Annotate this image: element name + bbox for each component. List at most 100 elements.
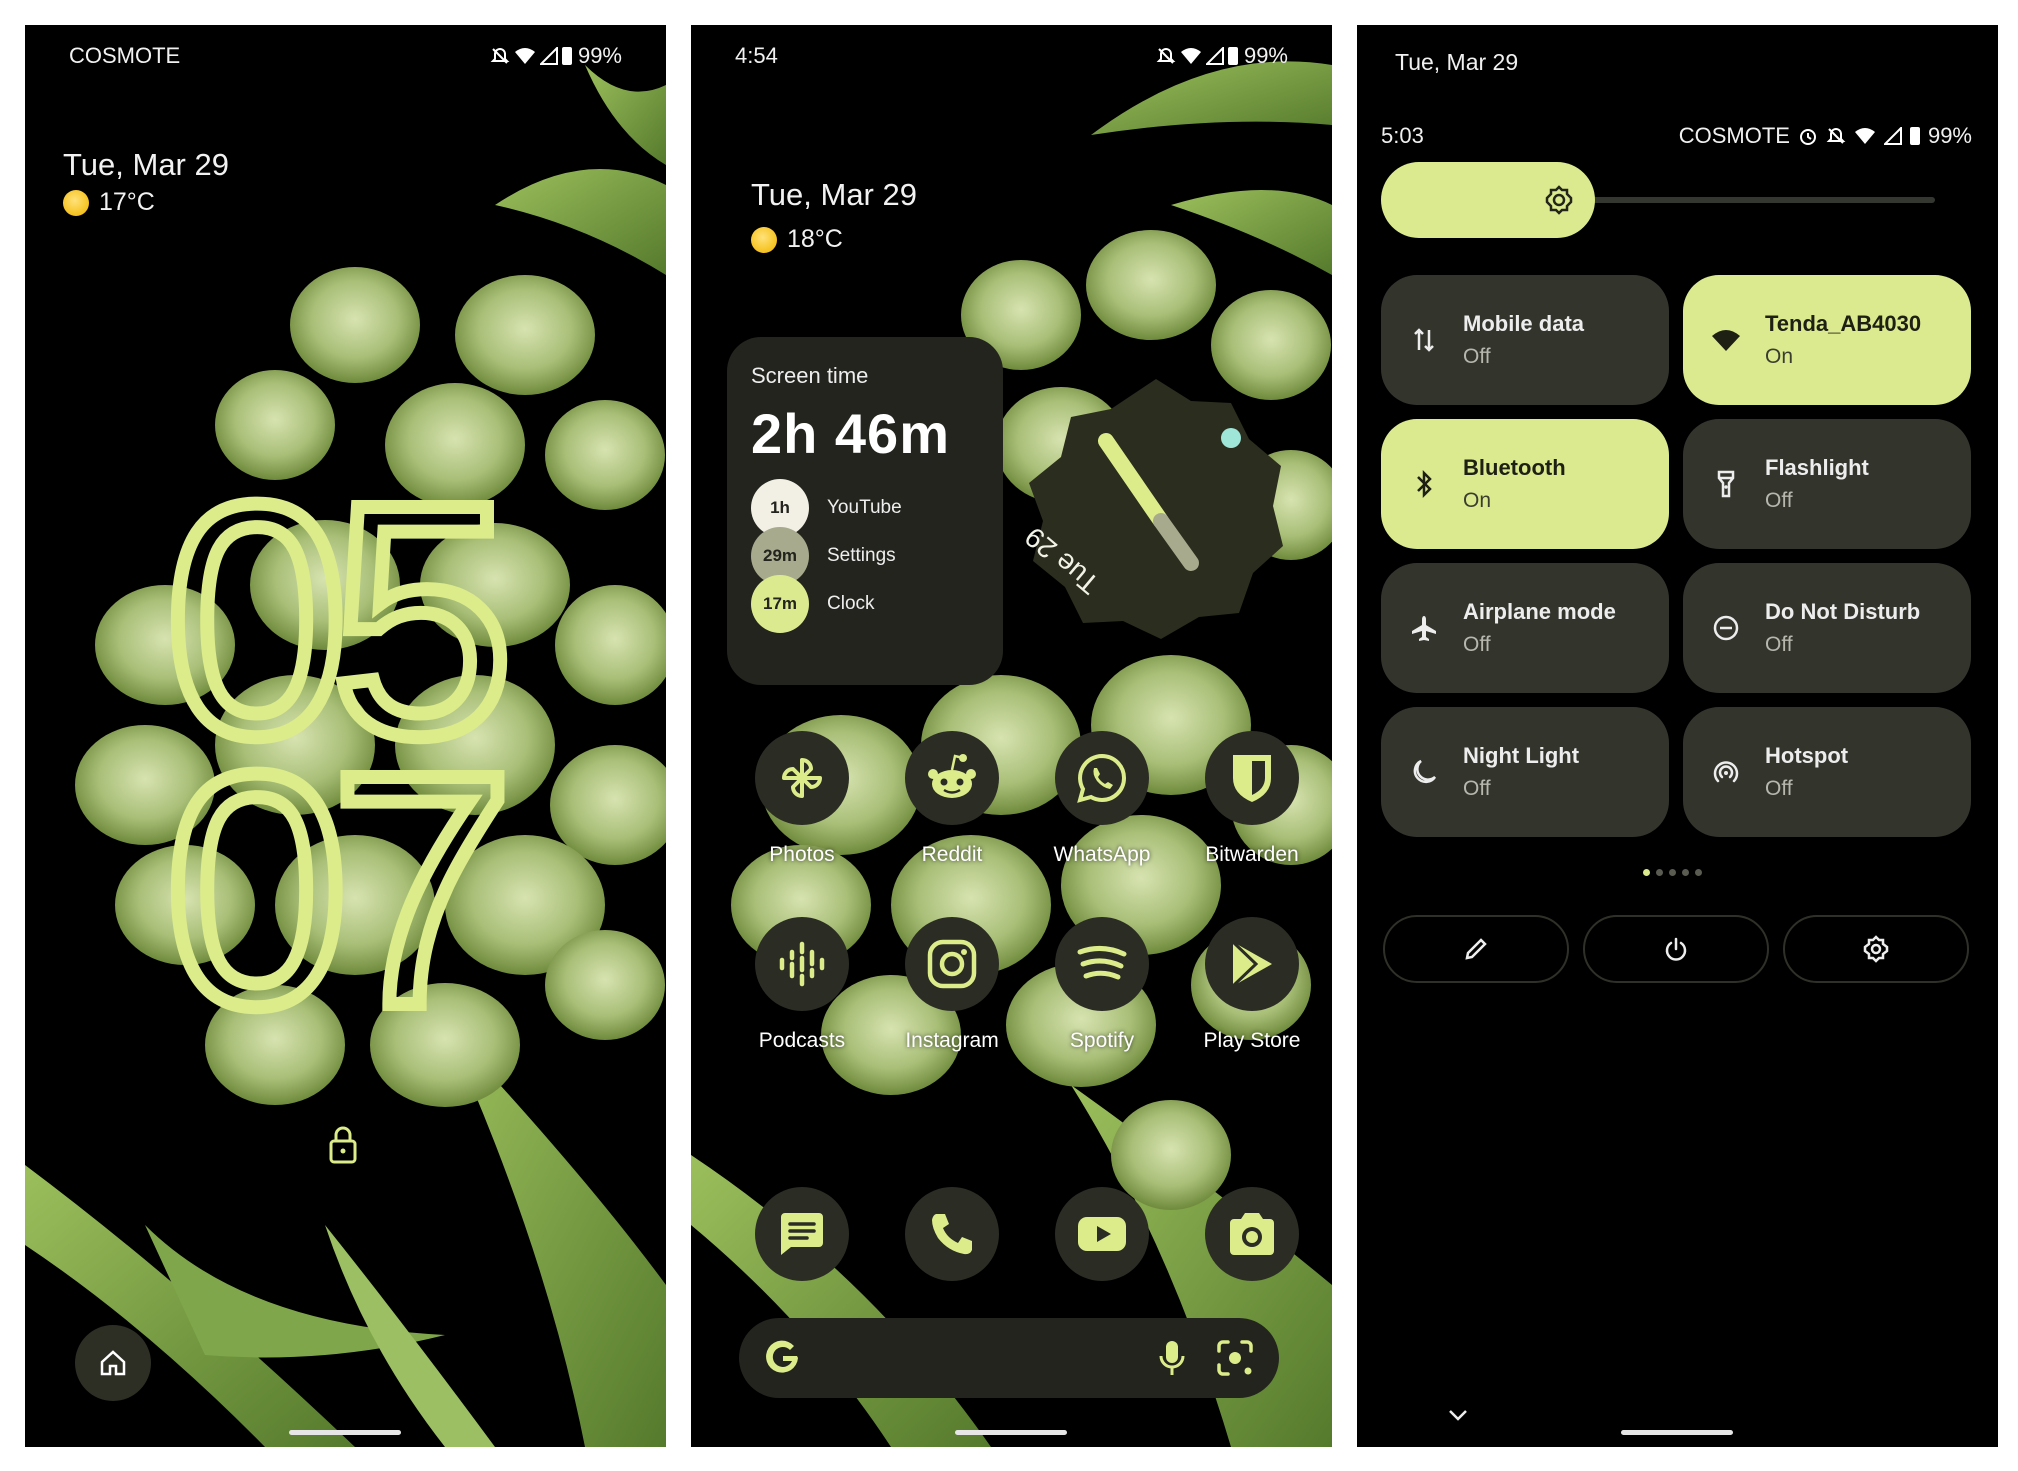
qs-date[interactable]: Tue, Mar 29 bbox=[1395, 49, 1518, 76]
dock bbox=[727, 1187, 1327, 1281]
page-dot[interactable] bbox=[1682, 869, 1689, 876]
tile-hotspot[interactable]: Hotspot Off bbox=[1683, 707, 1971, 837]
tile-wifi[interactable]: Tenda_AB4030 On bbox=[1683, 275, 1971, 405]
tile-state: On bbox=[1765, 345, 1794, 368]
sun-icon bbox=[751, 226, 777, 253]
tile-label: Night Light bbox=[1463, 743, 1580, 768]
screen-time-row[interactable]: 17m Clock bbox=[751, 575, 979, 633]
page-indicator[interactable] bbox=[1643, 869, 1702, 876]
lock-temperature: 17°C bbox=[99, 188, 155, 216]
hotspot-icon bbox=[1713, 761, 1739, 783]
battery-percent: 99% bbox=[1243, 43, 1288, 68]
home-screen: 4:54 99% Tue, Mar 29 18°C Screen time 2h… bbox=[691, 25, 1332, 1447]
tile-do-not-disturb[interactable]: Do Not Disturb Off bbox=[1683, 563, 1971, 693]
wifi-icon bbox=[1854, 128, 1875, 144]
camera-icon bbox=[1230, 1213, 1274, 1255]
youtube-icon bbox=[1078, 1217, 1126, 1251]
tile-night-light[interactable]: Night Light Off bbox=[1381, 707, 1669, 837]
dnd-off-icon bbox=[1156, 47, 1176, 64]
qs-time[interactable]: 5:03 bbox=[1381, 123, 1424, 149]
tile-label: Flashlight bbox=[1765, 455, 1869, 480]
app-bitwarden[interactable]: Bitwarden bbox=[1177, 731, 1327, 867]
app-spotify[interactable]: Spotify bbox=[1027, 917, 1177, 1053]
home-date[interactable]: Tue, Mar 29 bbox=[751, 177, 917, 213]
app-whatsapp[interactable]: WhatsApp bbox=[1027, 731, 1177, 867]
tile-label: Hotspot bbox=[1765, 743, 1849, 768]
app-reddit[interactable]: Reddit bbox=[877, 731, 1027, 867]
battery-icon bbox=[561, 47, 572, 65]
dnd-icon bbox=[1713, 615, 1739, 641]
gesture-bar[interactable] bbox=[1621, 1430, 1733, 1435]
screen-time-label: Screen time bbox=[751, 363, 869, 388]
gesture-bar[interactable] bbox=[955, 1430, 1067, 1435]
mic-icon[interactable] bbox=[1157, 1338, 1187, 1378]
app-camera[interactable] bbox=[1177, 1187, 1327, 1281]
tile-state: Off bbox=[1765, 633, 1793, 656]
app-podcasts[interactable]: Podcasts bbox=[727, 917, 877, 1053]
tile-label: Bluetooth bbox=[1463, 455, 1566, 480]
tile-mobile-data[interactable]: Mobile data Off bbox=[1381, 275, 1669, 405]
app-grid-row-1: Photos Reddit WhatsApp Bitwarden bbox=[727, 731, 1327, 867]
screen-time-row[interactable]: 29m Settings bbox=[751, 527, 979, 585]
alarm-icon bbox=[1799, 129, 1816, 145]
tile-state: Off bbox=[1463, 633, 1491, 656]
edit-button[interactable] bbox=[1383, 915, 1569, 983]
tile-flashlight[interactable]: Flashlight Off bbox=[1683, 419, 1971, 549]
home-icon bbox=[100, 1350, 126, 1376]
google-icon bbox=[766, 1340, 798, 1373]
app-instagram[interactable]: Instagram bbox=[877, 917, 1027, 1053]
usage-app-name: Clock bbox=[827, 593, 875, 614]
wifi-icon bbox=[514, 48, 535, 64]
app-youtube[interactable] bbox=[1027, 1187, 1177, 1281]
phone-icon bbox=[932, 1214, 972, 1255]
signal-icon bbox=[539, 47, 558, 65]
page-dot[interactable] bbox=[1695, 869, 1702, 876]
home-temperature: 18°C bbox=[787, 225, 843, 253]
app-label: Bitwarden bbox=[1205, 843, 1299, 866]
tile-airplane-mode[interactable]: Airplane mode Off bbox=[1381, 563, 1669, 693]
app-photos[interactable]: Photos bbox=[727, 731, 877, 867]
lock-screen: COSMOTE 99% Tue, Mar 29 17°C 05 07 bbox=[25, 25, 666, 1447]
chevron-down-icon[interactable] bbox=[1447, 1408, 1469, 1422]
app-play-store[interactable]: Play Store bbox=[1177, 917, 1327, 1053]
home-weather[interactable]: 18°C bbox=[751, 225, 843, 254]
tile-state: Off bbox=[1463, 777, 1491, 800]
screen-time-row[interactable]: 1h YouTube bbox=[751, 479, 979, 537]
lock-weather: 17°C bbox=[63, 188, 155, 217]
airplane-icon bbox=[1412, 616, 1436, 641]
sun-icon bbox=[63, 189, 89, 216]
page-dot[interactable] bbox=[1669, 869, 1676, 876]
dnd-off-icon bbox=[1826, 127, 1846, 144]
app-grid-row-2: Podcasts Instagram Spotify Play Store bbox=[727, 917, 1327, 1053]
brightness-slider[interactable] bbox=[1381, 162, 1935, 238]
gesture-bar[interactable] bbox=[289, 1430, 401, 1435]
app-messages[interactable] bbox=[727, 1187, 877, 1281]
app-phone[interactable] bbox=[877, 1187, 1027, 1281]
mobile-data-icon bbox=[1414, 328, 1434, 352]
page-dot[interactable] bbox=[1656, 869, 1663, 876]
bitwarden-icon bbox=[1233, 755, 1271, 802]
brightness-icon bbox=[1545, 185, 1573, 215]
signal-icon bbox=[1205, 47, 1224, 65]
settings-button[interactable] bbox=[1783, 915, 1969, 983]
signal-icon bbox=[1883, 127, 1902, 145]
wifi-icon bbox=[1180, 48, 1201, 64]
qs-status-icons: COSMOTE 99% bbox=[1679, 123, 1972, 149]
clock-minutes: 07 bbox=[158, 705, 521, 1074]
power-button[interactable] bbox=[1583, 915, 1769, 983]
tile-bluetooth[interactable]: Bluetooth On bbox=[1381, 419, 1669, 549]
analog-clock-widget[interactable]: Tue 29 bbox=[1021, 371, 1291, 641]
app-label: Podcasts bbox=[758, 1029, 846, 1052]
reddit-icon bbox=[928, 754, 976, 798]
screen-time-widget[interactable]: Screen time 2h 46m 1h YouTube 29m Settin… bbox=[727, 337, 1003, 685]
google-search-bar[interactable] bbox=[739, 1318, 1279, 1398]
play-store-icon bbox=[1231, 940, 1272, 988]
lock-icon bbox=[329, 1126, 357, 1164]
lens-icon[interactable] bbox=[1215, 1338, 1255, 1378]
page-dot[interactable] bbox=[1643, 869, 1650, 876]
qs-footer-buttons bbox=[1383, 915, 1969, 983]
home-control-button[interactable] bbox=[75, 1325, 151, 1401]
settings-icon bbox=[1863, 935, 1889, 963]
wifi-icon bbox=[1712, 330, 1740, 351]
messages-icon bbox=[781, 1213, 823, 1255]
